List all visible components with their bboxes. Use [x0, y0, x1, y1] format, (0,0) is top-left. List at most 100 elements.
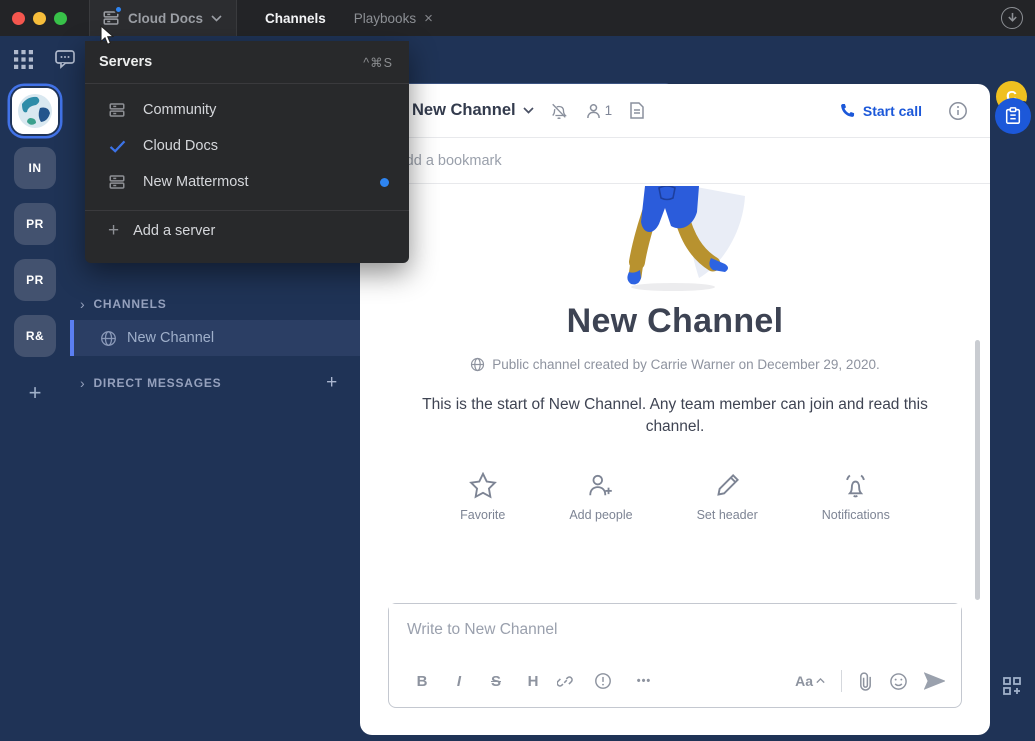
- chevron-up-icon: [816, 678, 825, 684]
- menu-item-new-mattermost[interactable]: New Mattermost: [85, 164, 409, 200]
- menu-item-community[interactable]: Community: [85, 92, 409, 128]
- channel-info-button[interactable]: [948, 101, 968, 121]
- muted-bell-icon[interactable]: [550, 102, 568, 120]
- server-stack-icon: [107, 173, 127, 191]
- add-person-icon: [587, 472, 615, 499]
- link-button[interactable]: [557, 673, 583, 690]
- phone-icon: [840, 103, 855, 118]
- downloads-button[interactable]: [1001, 7, 1023, 29]
- italic-button[interactable]: I: [446, 673, 472, 690]
- tab-playbooks[interactable]: Playbooks ×: [354, 11, 433, 26]
- toggle-formatting-button[interactable]: Aa: [795, 673, 825, 689]
- server-unread-dot: [114, 5, 123, 14]
- send-icon: [924, 672, 945, 690]
- exclamation-circle-icon: [594, 672, 612, 690]
- pencil-icon: [714, 472, 741, 499]
- playbooks-app-button[interactable]: [995, 98, 1031, 134]
- globe-icon: [100, 330, 117, 347]
- server-stack-icon: [107, 101, 127, 119]
- channel-header: New Channel 1: [360, 84, 990, 138]
- info-icon: [948, 101, 968, 121]
- smiley-icon: [889, 672, 908, 691]
- add-server-button[interactable]: + Add a server: [85, 211, 409, 251]
- emoji-button[interactable]: [889, 672, 908, 691]
- team-tile-in[interactable]: IN: [14, 147, 56, 189]
- channel-title[interactable]: New Channel: [412, 101, 516, 120]
- bold-button[interactable]: B: [409, 673, 435, 690]
- active-channel-indicator: [70, 320, 74, 356]
- tab-playbooks-label: Playbooks: [354, 11, 416, 26]
- start-call-label: Start call: [863, 103, 922, 119]
- message-input[interactable]: [389, 604, 961, 650]
- add-team-button[interactable]: +: [0, 380, 70, 406]
- tab-channels[interactable]: Channels: [265, 11, 326, 26]
- intro-byline: Public channel created by Carrie Warner …: [360, 357, 990, 372]
- team-tile-r-amp[interactable]: R&: [14, 315, 56, 357]
- attach-file-button[interactable]: [858, 672, 873, 691]
- walking-legs-illustration: [360, 186, 990, 294]
- traffic-lights: [12, 12, 67, 25]
- apps-grid-icon: [14, 50, 33, 69]
- scrollbar[interactable]: [975, 340, 980, 600]
- start-call-button[interactable]: Start call: [840, 103, 922, 119]
- product-switcher-button[interactable]: [14, 50, 33, 69]
- dropdown-title: Servers: [99, 54, 152, 70]
- heading-button[interactable]: H: [520, 673, 546, 690]
- close-tab-icon[interactable]: ×: [424, 11, 433, 26]
- add-people-button[interactable]: Add people: [569, 472, 632, 522]
- plus-icon: +: [108, 220, 119, 242]
- chevron-down-icon: [211, 15, 222, 22]
- favorite-button[interactable]: Favorite: [460, 472, 505, 522]
- dm-section-label: DIRECT MESSAGES: [93, 376, 221, 390]
- more-formatting-button[interactable]: •••: [631, 675, 657, 687]
- member-count: 1: [605, 103, 613, 118]
- paperclip-icon: [858, 672, 873, 691]
- globe-earth-icon: [12, 88, 58, 134]
- team-globe-avatar[interactable]: [12, 88, 58, 134]
- chevron-right-icon: ›: [80, 375, 85, 391]
- app-bar: [990, 84, 1035, 741]
- chevron-right-icon: ›: [80, 296, 85, 312]
- sidebar-item-new-channel[interactable]: New Channel: [70, 320, 360, 356]
- strikethrough-button[interactable]: S: [483, 673, 509, 690]
- notifications-button[interactable]: Notifications: [822, 472, 890, 522]
- add-server-label: Add a server: [133, 223, 215, 239]
- add-apps-button[interactable]: [1002, 676, 1022, 696]
- globe-icon: [470, 357, 485, 372]
- messages-button[interactable]: [52, 48, 78, 72]
- titlebar: Cloud Docs Channels Playbooks ×: [0, 0, 1035, 36]
- channel-members-button[interactable]: 1: [586, 103, 613, 119]
- send-button[interactable]: [924, 672, 945, 690]
- priority-button[interactable]: [594, 672, 620, 690]
- team-rail: IN PR PR R& +: [0, 84, 70, 741]
- team-tile-pr2[interactable]: PR: [14, 259, 56, 301]
- set-header-button[interactable]: Set header: [697, 472, 758, 522]
- bookmark-bar[interactable]: Add a bookmark: [360, 138, 990, 184]
- menu-item-cloud-docs[interactable]: Cloud Docs: [85, 128, 409, 164]
- direct-messages-section-header[interactable]: › DIRECT MESSAGES +: [80, 372, 350, 394]
- intro-channel-title: New Channel: [360, 302, 990, 341]
- grid-plus-icon: [1002, 676, 1022, 696]
- channels-section-header[interactable]: › CHANNELS: [80, 296, 350, 312]
- server-tab-label: Cloud Docs: [128, 11, 203, 26]
- channel-name: New Channel: [127, 330, 214, 346]
- close-window-button[interactable]: [12, 12, 25, 25]
- channel-actions: Favorite Add people Set header: [360, 472, 990, 522]
- add-bookmark-label: Add a bookmark: [396, 153, 502, 169]
- aa-label: Aa: [795, 673, 813, 689]
- download-arrow-icon: [1007, 12, 1018, 24]
- channel-menu-chevron-icon[interactable]: [523, 107, 534, 114]
- team-initials: IN: [29, 161, 42, 175]
- mattermost-window: Cloud Docs Channels Playbooks ×: [0, 0, 1035, 741]
- team-tile-pr1[interactable]: PR: [14, 203, 56, 245]
- pinned-files-icon[interactable]: [630, 102, 644, 119]
- maximize-window-button[interactable]: [54, 12, 67, 25]
- check-icon: [107, 140, 127, 153]
- menu-item-label: Community: [143, 102, 216, 118]
- minimize-window-button[interactable]: [33, 12, 46, 25]
- add-people-label: Add people: [569, 508, 632, 522]
- plus-icon: +: [29, 380, 42, 405]
- menu-item-label: New Mattermost: [143, 174, 249, 190]
- bell-ring-icon: [841, 472, 870, 499]
- add-dm-button[interactable]: +: [326, 372, 338, 394]
